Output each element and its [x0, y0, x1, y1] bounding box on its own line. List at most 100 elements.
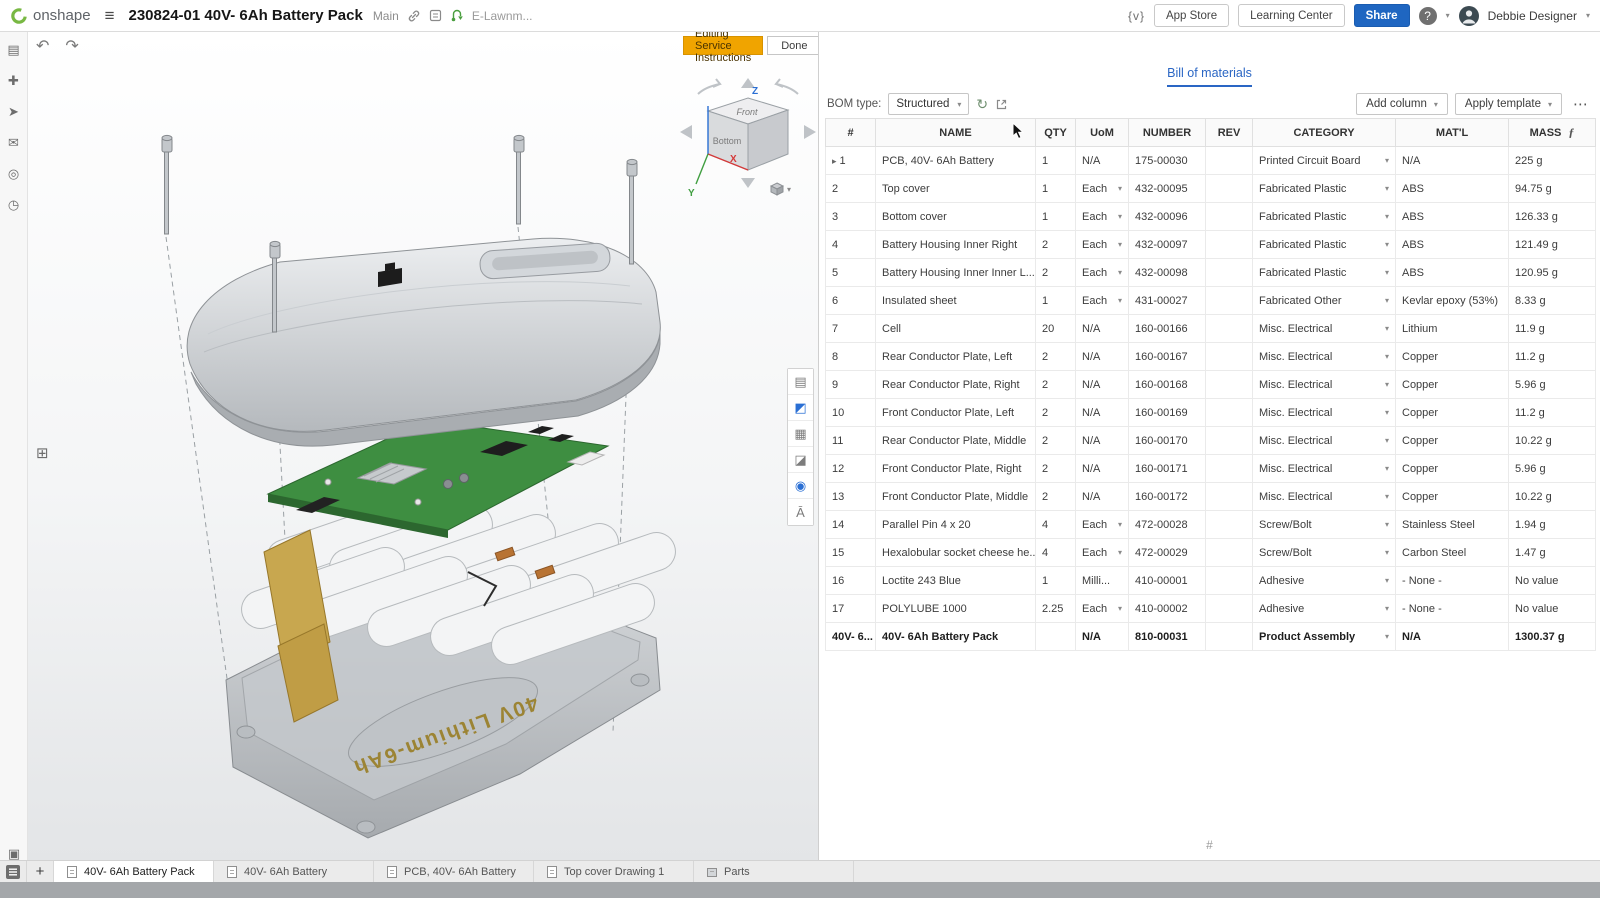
cell-material[interactable]: - None -	[1395, 566, 1509, 595]
cell-mass[interactable]: No value	[1508, 566, 1596, 595]
cell-uom[interactable]: N/A▾	[1075, 146, 1129, 175]
cell-qty[interactable]: 2	[1035, 398, 1076, 427]
add-tab-button[interactable]: +	[27, 861, 54, 882]
help-icon[interactable]: ?	[1418, 6, 1437, 25]
category-dropdown-caret-icon[interactable]: ▾	[1385, 184, 1389, 193]
uom-dropdown-caret-icon[interactable]: ▾	[1118, 548, 1122, 557]
uom-dropdown-caret-icon[interactable]: ▾	[1118, 212, 1122, 221]
tab-parts[interactable]: Parts	[694, 861, 854, 882]
bom-table-row[interactable]: ▸13 Front Conductor Plate, Middle 2 N/A▾…	[825, 482, 1596, 511]
cell-number[interactable]: 410-00001	[1128, 566, 1206, 595]
cell-material[interactable]: Stainless Steel	[1395, 510, 1509, 539]
cell-name[interactable]: Rear Conductor Plate, Right	[875, 370, 1036, 399]
cell-uom[interactable]: Milli...▾	[1075, 566, 1129, 595]
cell-category[interactable]: Fabricated Other ▾	[1252, 286, 1396, 315]
annotation-icon[interactable]: Ā	[788, 499, 813, 525]
cell-uom[interactable]: Each ▾	[1075, 538, 1129, 567]
cell-qty[interactable]: 2	[1035, 454, 1076, 483]
cell-mass[interactable]: 126.33 g	[1508, 202, 1596, 231]
cell-rev[interactable]	[1205, 146, 1253, 175]
cell-number[interactable]: 432-00097	[1128, 230, 1206, 259]
comment-icon[interactable]: ✉	[4, 133, 24, 153]
cell-name[interactable]: Cell	[875, 314, 1036, 343]
cell-material[interactable]: N/A	[1395, 146, 1509, 175]
column-header-name[interactable]: NAME	[875, 118, 1036, 147]
cell-uom[interactable]: N/A▾	[1075, 454, 1129, 483]
cell-qty[interactable]: 1	[1035, 566, 1076, 595]
parent-document-label[interactable]: E-Lawnm...	[472, 9, 533, 23]
cell-uom[interactable]: Each ▾	[1075, 230, 1129, 259]
cell-qty[interactable]: 2	[1035, 482, 1076, 511]
cell-uom[interactable]: Each ▾	[1075, 286, 1129, 315]
share-button[interactable]: Share	[1353, 4, 1410, 27]
item-number-icon[interactable]: #	[1206, 838, 1213, 852]
feature-list-icon[interactable]: ▤	[4, 40, 24, 60]
cell-mass[interactable]: 10.22 g	[1508, 426, 1596, 455]
cell-category[interactable]: Fabricated Plastic ▾	[1252, 230, 1396, 259]
bom-table-row[interactable]: ▸3 Bottom cover 1 Each▾ 432-00096 Fabric…	[825, 202, 1596, 231]
top-cover-part[interactable]	[186, 237, 661, 447]
branch-icon[interactable]	[450, 9, 464, 23]
cell-category[interactable]: Misc. Electrical ▾	[1252, 398, 1396, 427]
cell-uom[interactable]: Each ▾	[1075, 594, 1129, 623]
cell-name[interactable]: Hexalobular socket cheese he...	[875, 538, 1036, 567]
uom-dropdown-caret-icon[interactable]: ▾	[1118, 240, 1122, 249]
category-dropdown-caret-icon[interactable]: ▾	[1385, 240, 1389, 249]
cell-mass[interactable]: 11.2 g	[1508, 342, 1596, 371]
follow-mode-icon[interactable]: ◎	[4, 164, 24, 184]
cell-qty[interactable]: 2.25	[1035, 594, 1076, 623]
category-dropdown-caret-icon[interactable]: ▾	[1385, 408, 1389, 417]
cell-number[interactable]: 160-00168	[1128, 370, 1206, 399]
help-caret-icon[interactable]: ▾	[1446, 11, 1450, 20]
bom-table-row[interactable]: ▸40V- 6... 40V- 6Ah Battery Pack N/A▾ 81…	[825, 622, 1596, 651]
appearance-panel-icon[interactable]: ▦	[788, 421, 813, 447]
cell-rev[interactable]	[1205, 594, 1253, 623]
cell-number[interactable]: 472-00029	[1128, 538, 1206, 567]
cell-mass[interactable]: 11.2 g	[1508, 398, 1596, 427]
cell-mass[interactable]: 10.22 g	[1508, 482, 1596, 511]
cell-rev[interactable]	[1205, 258, 1253, 287]
document-title[interactable]: 230824-01 40V- 6Ah Battery Pack	[128, 7, 362, 24]
cell-name[interactable]: POLYLUBE 1000	[875, 594, 1036, 623]
cell-name[interactable]: Front Conductor Plate, Middle	[875, 482, 1036, 511]
cell-name[interactable]: Top cover	[875, 174, 1036, 203]
cell-mass[interactable]: 8.33 g	[1508, 286, 1596, 315]
category-dropdown-caret-icon[interactable]: ▾	[1385, 548, 1389, 557]
export-icon[interactable]	[995, 98, 1008, 111]
bom-table-row[interactable]: ▸8 Rear Conductor Plate, Left 2 N/A▾ 160…	[825, 342, 1596, 371]
bom-table-row[interactable]: ▸14 Parallel Pin 4 x 20 4 Each▾ 472-0002…	[825, 510, 1596, 539]
cell-category[interactable]: Screw/Bolt ▾	[1252, 538, 1396, 567]
cell-rev[interactable]	[1205, 398, 1253, 427]
bom-table-row[interactable]: ▸12 Front Conductor Plate, Right 2 N/A▾ …	[825, 454, 1596, 483]
cell-material[interactable]: ABS	[1395, 258, 1509, 287]
category-dropdown-caret-icon[interactable]: ▾	[1385, 380, 1389, 389]
bom-table-row[interactable]: ▸1 PCB, 40V- 6Ah Battery 1 N/A▾ 175-0003…	[825, 146, 1596, 175]
redo-icon[interactable]: ↷	[65, 36, 78, 56]
bom-flat-view-icon[interactable]: ▤	[788, 369, 813, 395]
3d-viewport[interactable]: 40V Lithium-6Ah ↶ ↷ Editing Service Inst…	[28, 32, 818, 860]
cell-material[interactable]: ABS	[1395, 202, 1509, 231]
user-avatar[interactable]	[1458, 5, 1479, 26]
cell-category[interactable]: Printed Circuit Board ▾	[1252, 146, 1396, 175]
bom-table-row[interactable]: ▸16 Loctite 243 Blue 1 Milli...▾ 410-000…	[825, 566, 1596, 595]
column-header-number[interactable]: NUMBER	[1128, 118, 1206, 147]
column-header-category[interactable]: CATEGORY	[1252, 118, 1396, 147]
cell-mass[interactable]: 11.9 g	[1508, 314, 1596, 343]
cell-qty[interactable]: 1	[1035, 286, 1076, 315]
cell-qty[interactable]: 1	[1035, 146, 1076, 175]
cell-material[interactable]: Copper	[1395, 370, 1509, 399]
cell-number[interactable]: 431-00027	[1128, 286, 1206, 315]
cell-number[interactable]: 175-00030	[1128, 146, 1206, 175]
cell-rev[interactable]	[1205, 314, 1253, 343]
workspace-name[interactable]: Main	[373, 9, 399, 23]
cell-uom[interactable]: Each ▾	[1075, 510, 1129, 539]
cell-number[interactable]: 432-00096	[1128, 202, 1206, 231]
cell-name[interactable]: Front Conductor Plate, Right	[875, 454, 1036, 483]
bom-table-row[interactable]: ▸7 Cell 20 N/A▾ 160-00166 Misc. Electric…	[825, 314, 1596, 343]
column-header-qty[interactable]: QTY	[1035, 118, 1076, 147]
cell-category[interactable]: Adhesive ▾	[1252, 566, 1396, 595]
tab-40v-6ah-battery-pack[interactable]: 40V- 6Ah Battery Pack	[54, 861, 214, 882]
tab-manager-icon[interactable]	[0, 861, 27, 882]
uom-dropdown-caret-icon[interactable]: ▾	[1118, 296, 1122, 305]
cell-number[interactable]: 160-00172	[1128, 482, 1206, 511]
